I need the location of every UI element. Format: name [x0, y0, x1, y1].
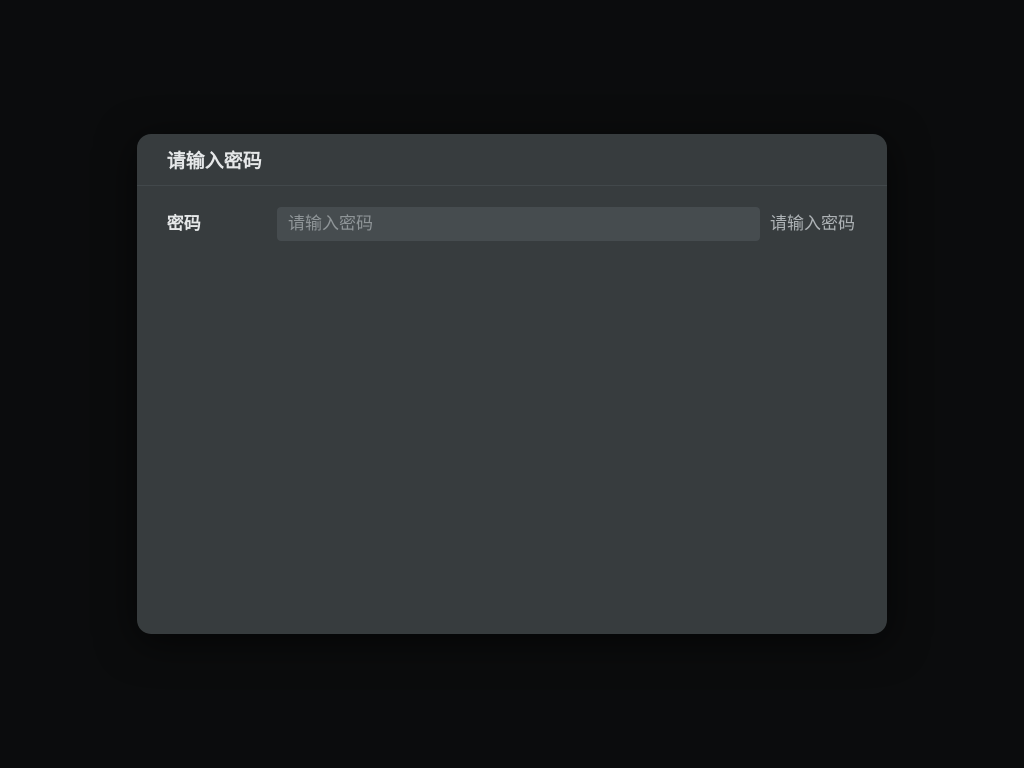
dialog-header: 请输入密码: [137, 134, 887, 186]
dialog-title: 请输入密码: [167, 150, 263, 172]
password-input[interactable]: [277, 207, 760, 241]
password-label: 密码: [167, 214, 201, 234]
password-form-row: 密码 请输入密码: [137, 207, 887, 241]
password-dialog: 请输入密码 密码 请输入密码: [137, 134, 887, 634]
password-hint: 请输入密码: [770, 214, 855, 234]
